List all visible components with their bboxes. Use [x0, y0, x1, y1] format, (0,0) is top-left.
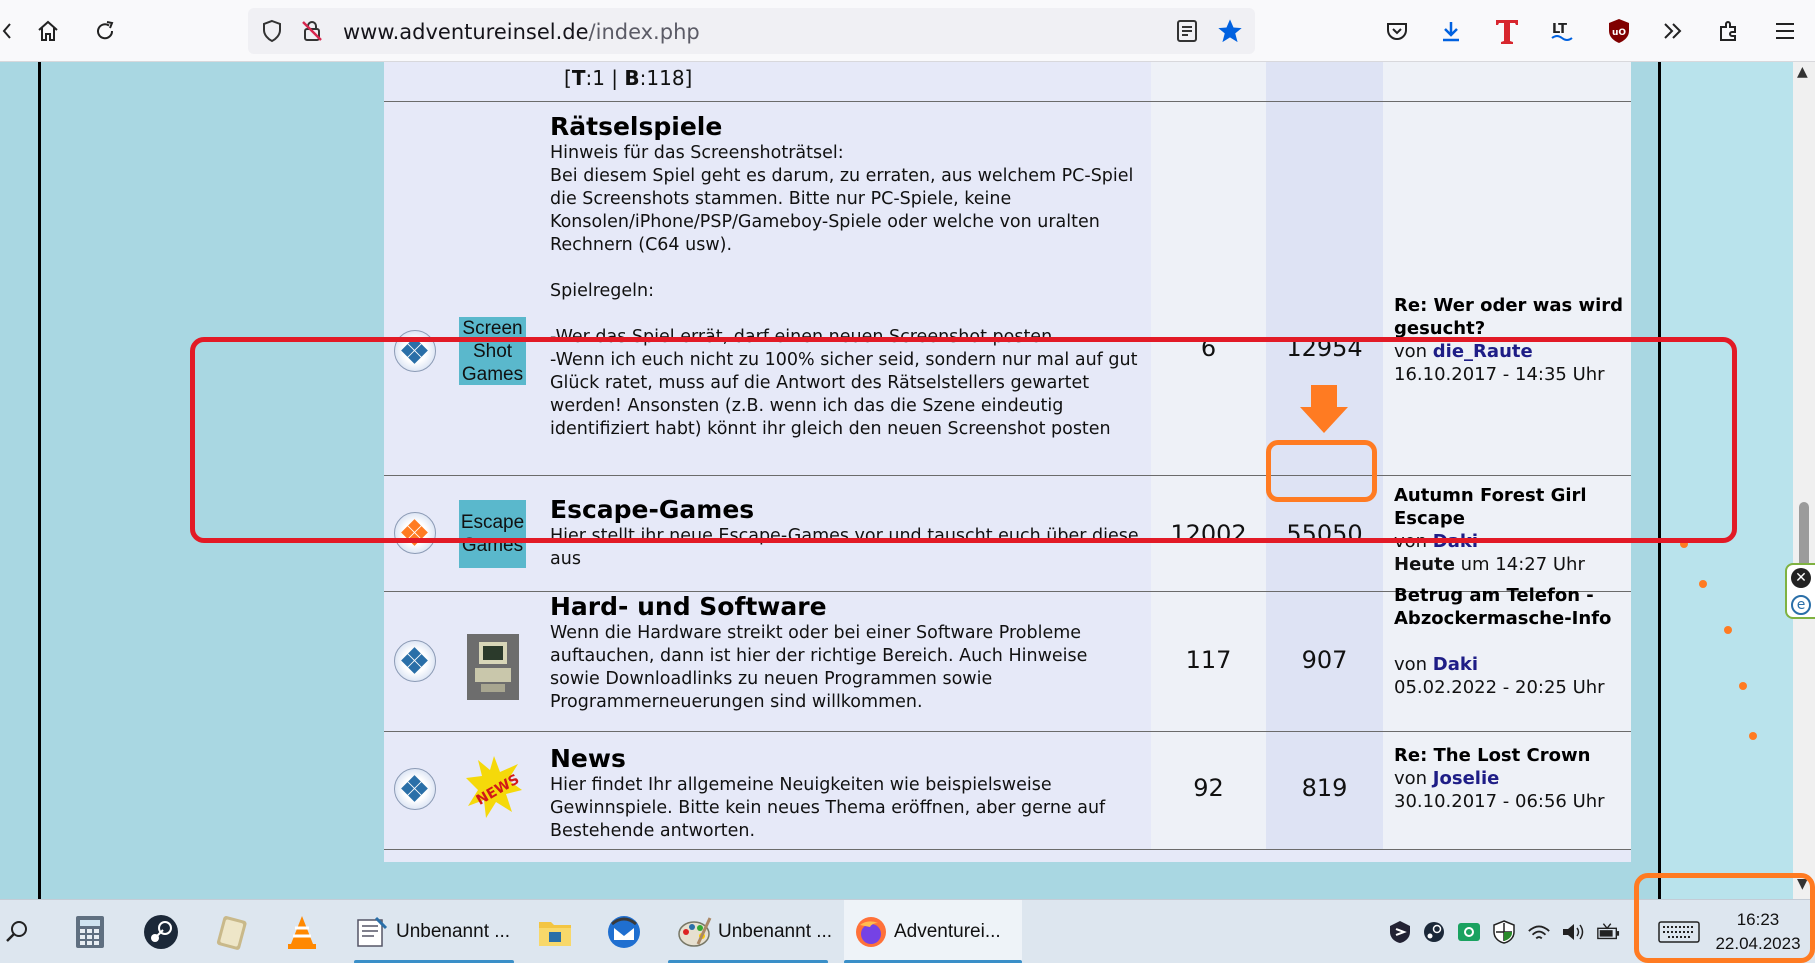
- page-scrollbar[interactable]: ▲ ▼: [1793, 62, 1815, 899]
- annotation-orange-highlight: [1266, 440, 1377, 502]
- taskbar-calculator-icon[interactable]: [74, 900, 106, 963]
- tray-defender-icon[interactable]: [1388, 920, 1412, 944]
- url-path: /index.php: [588, 20, 700, 44]
- annotation-arrow-shaft: [1311, 385, 1337, 409]
- ublock-icon[interactable]: uO: [1600, 12, 1638, 50]
- news-burst-logo-icon[interactable]: NEWS: [464, 754, 524, 820]
- tray-wifi-icon[interactable]: [1527, 920, 1551, 944]
- svg-text:uO: uO: [1612, 28, 1626, 38]
- annotation-arrow-down-icon: [1300, 407, 1348, 433]
- last-post-meta: von Joselie 30.10.2017 - 06:56 Uhr: [1394, 768, 1605, 812]
- decor-dot: [1749, 732, 1757, 740]
- forum-status-icon: [394, 640, 436, 682]
- back-chevron-icon[interactable]: [0, 12, 14, 50]
- browser-toolbar: www.adventureinsel.de/index.php LT uO: [0, 0, 1815, 62]
- forum-row-hard-und-software: Hard- und Software Wenn die Hardware str…: [384, 585, 1631, 732]
- posts-count: 907: [1301, 646, 1348, 674]
- taskbar-thunderbird-icon[interactable]: [606, 900, 642, 963]
- tray-vpn-icon[interactable]: [1457, 920, 1481, 944]
- posts-count: 819: [1301, 774, 1348, 802]
- tray-steam-icon[interactable]: [1422, 920, 1446, 944]
- last-post-title[interactable]: Re: Wer oder was wird gesucht?: [1394, 294, 1624, 340]
- decor-dot: [1699, 580, 1707, 588]
- forum-row-news: NEWS News Hier findet Ihr allgemeine Neu…: [384, 732, 1631, 850]
- windows-taskbar: Unbenannt ... Unbenannt ... Adventurei..…: [0, 899, 1815, 963]
- forum-status-icon: [394, 768, 436, 810]
- taskbar-steam-icon[interactable]: [143, 900, 179, 963]
- extensions-puzzle-icon[interactable]: [1710, 12, 1748, 50]
- decor-dot: [1724, 626, 1732, 634]
- taskbar-vlc-icon[interactable]: [285, 900, 319, 963]
- tray-volume-icon[interactable]: [1561, 920, 1585, 944]
- scroll-up-icon[interactable]: ▲: [1797, 64, 1808, 80]
- text-extension-icon[interactable]: [1488, 12, 1526, 50]
- decor-dot: [1739, 682, 1747, 690]
- computer-logo-icon[interactable]: [467, 634, 519, 700]
- annotation-red-highlight: [190, 337, 1737, 543]
- previous-row-subforum-stats: [T:1 | B:118]: [564, 66, 693, 90]
- close-circle-icon[interactable]: ✕: [1791, 568, 1811, 588]
- home-icon[interactable]: [29, 12, 67, 50]
- forum-description: Hier findet Ihr allgemeine Neuigkeiten w…: [550, 775, 1106, 841]
- taskbar-mahjong-icon[interactable]: [214, 900, 250, 963]
- url-bar[interactable]: www.adventureinsel.de/index.php: [248, 8, 1255, 54]
- taskbar-file-explorer-icon[interactable]: [537, 900, 573, 963]
- forum-title[interactable]: News: [550, 744, 626, 773]
- topics-count: 92: [1193, 774, 1224, 802]
- last-post-meta: von Daki 05.02.2022 - 20:25 Uhr: [1394, 654, 1605, 698]
- tray-battery-icon[interactable]: [1596, 920, 1620, 944]
- bookmark-star-icon[interactable]: [1216, 17, 1244, 49]
- download-icon[interactable]: [1432, 12, 1470, 50]
- reader-view-icon[interactable]: [1176, 19, 1198, 47]
- annotation-clock-highlight: [1634, 873, 1815, 963]
- taskbar-app-paint-2[interactable]: Unbenannt ...: [668, 900, 832, 963]
- svg-text:LT: LT: [1552, 22, 1567, 37]
- overflow-chevrons-icon[interactable]: [1654, 12, 1692, 50]
- forum-title[interactable]: Rätselspiele: [550, 112, 722, 141]
- tray-security-shield-icon[interactable]: [1492, 920, 1516, 944]
- forum-row-previous: [T:1 | B:118]: [384, 62, 1631, 102]
- url-text[interactable]: www.adventureinsel.de/index.php: [343, 20, 700, 44]
- insecure-lock-icon[interactable]: [300, 19, 324, 47]
- last-post-title[interactable]: Betrug am Telefon - Abzockermasche-Info: [1394, 584, 1624, 630]
- page-frame-left: [38, 62, 41, 899]
- reload-icon[interactable]: [86, 12, 124, 50]
- taskbar-firefox-active[interactable]: Adventurei...: [844, 900, 1022, 963]
- extension-e-icon[interactable]: e: [1791, 595, 1811, 615]
- pocket-icon[interactable]: [1378, 12, 1416, 50]
- forum-title[interactable]: Hard- und Software: [550, 592, 827, 621]
- last-post-user[interactable]: Joselie: [1433, 768, 1500, 789]
- menu-hamburger-icon[interactable]: [1766, 12, 1804, 50]
- topics-count: 117: [1185, 646, 1232, 674]
- url-domain: www.adventureinsel.de: [343, 20, 589, 44]
- taskbar-search-icon[interactable]: [4, 900, 30, 963]
- firefox-icon: [856, 917, 886, 947]
- side-extension-widget[interactable]: ✕ e: [1785, 563, 1815, 619]
- languagetool-icon[interactable]: LT: [1544, 12, 1582, 50]
- forum-description: Wenn die Hardware streikt oder bei einer…: [550, 623, 1088, 712]
- last-post-user[interactable]: Daki: [1433, 654, 1478, 675]
- taskbar-app-paint-1[interactable]: Unbenannt ...: [354, 900, 514, 963]
- last-post-title[interactable]: Re: The Lost Crown: [1394, 744, 1624, 767]
- shield-icon[interactable]: [260, 19, 284, 47]
